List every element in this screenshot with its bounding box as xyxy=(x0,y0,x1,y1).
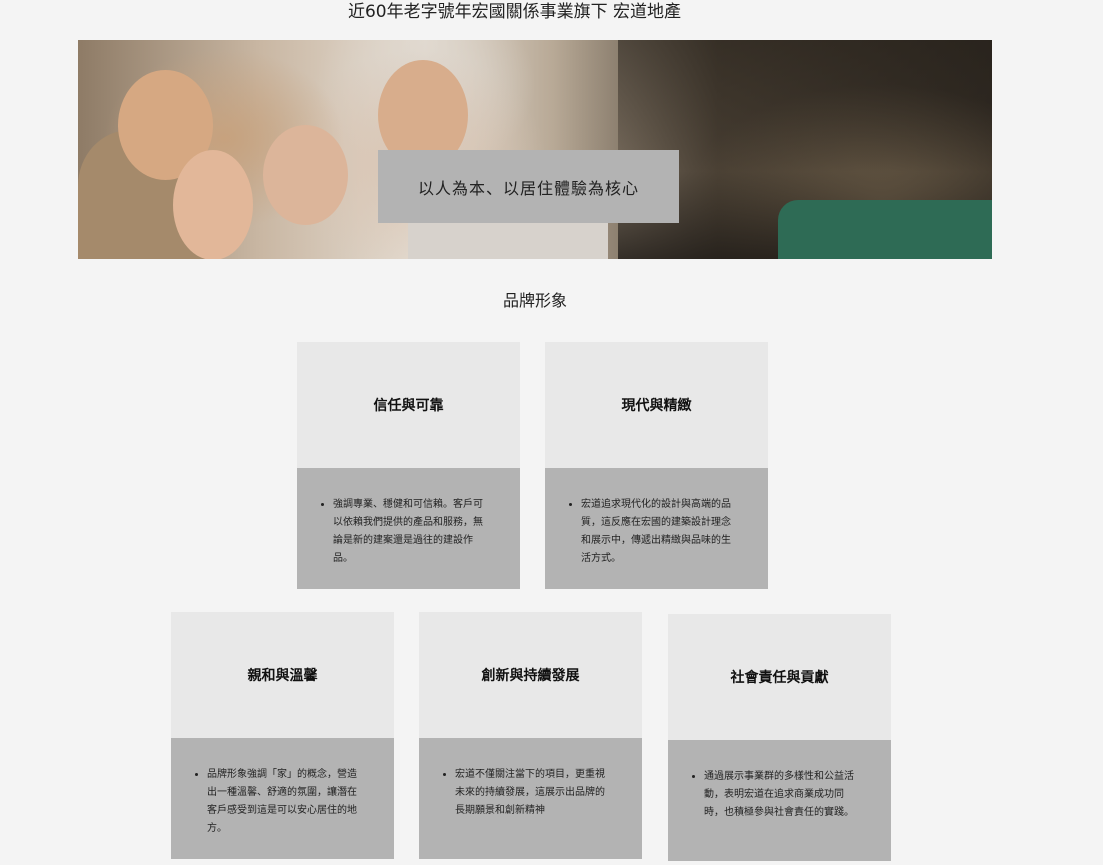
card-body: 宏道追求現代化的設計與高端的品質，這反應在宏國的建築設計理念和展示中，傳遞出精緻… xyxy=(545,468,768,589)
card-title: 社會責任與貢獻 xyxy=(668,614,891,740)
card-title: 親和與溫馨 xyxy=(171,612,394,738)
card-text: 強調專業、穩健和可信賴。客戶可以依賴我們提供的產品和服務，無論是新的建案還是過往… xyxy=(333,496,490,568)
card-text: 宏道追求現代化的設計與高端的品質，這反應在宏國的建築設計理念和展示中，傳遞出精緻… xyxy=(581,496,738,568)
brand-card-trust: 信任與可靠 強調專業、穩健和可信賴。客戶可以依賴我們提供的產品和服務，無論是新的… xyxy=(297,342,520,589)
card-body: 宏道不僅關注當下的項目，更重視未來的持續發展，這展示出品牌的長期願景和創新精神 xyxy=(419,738,642,859)
brand-card-warmth: 親和與溫馨 品牌形象強調「家」的概念，營造出一種溫馨、舒適的氛圍，讓潛在客戶感受… xyxy=(171,612,394,859)
hero-face-decor xyxy=(173,150,253,259)
card-text: 宏道不僅關注當下的項目，更重視未來的持續發展，這展示出品牌的長期願景和創新精神 xyxy=(455,766,612,820)
card-title: 現代與精緻 xyxy=(545,342,768,468)
hero-face-decor xyxy=(263,125,348,225)
hero-sofa-decor xyxy=(778,200,992,259)
card-body: 通過展示事業群的多樣性和公益活動，表明宏道在追求商業成功同時，也積極參與社會責任… xyxy=(668,740,891,861)
brand-card-responsibility: 社會責任與貢獻 通過展示事業群的多樣性和公益活動，表明宏道在追求商業成功同時，也… xyxy=(668,614,891,861)
hero-banner: 以人為本、以居住體驗為核心 xyxy=(78,40,992,259)
company-tagline: 近60年老字號年宏國關係事業旗下 宏道地產 xyxy=(347,2,682,22)
brand-image-heading: 品牌形象 xyxy=(502,291,567,310)
card-body: 品牌形象強調「家」的概念，營造出一種溫馨、舒適的氛圍，讓潛在客戶感受到這是可以安… xyxy=(171,738,394,859)
brand-card-modern: 現代與精緻 宏道追求現代化的設計與高端的品質，這反應在宏國的建築設計理念和展示中… xyxy=(545,342,768,589)
card-title: 信任與可靠 xyxy=(297,342,520,468)
card-text: 品牌形象強調「家」的概念，營造出一種溫馨、舒適的氛圍，讓潛在客戶感受到這是可以安… xyxy=(207,766,364,838)
hero-caption: 以人為本、以居住體驗為核心 xyxy=(378,150,679,223)
card-title: 創新與持續發展 xyxy=(419,612,642,738)
card-text: 通過展示事業群的多樣性和公益活動，表明宏道在追求商業成功同時，也積極參與社會責任… xyxy=(704,768,861,822)
brand-card-innovation: 創新與持續發展 宏道不僅關注當下的項目，更重視未來的持續發展，這展示出品牌的長期… xyxy=(419,612,642,859)
card-body: 強調專業、穩健和可信賴。客戶可以依賴我們提供的產品和服務，無論是新的建案還是過往… xyxy=(297,468,520,589)
